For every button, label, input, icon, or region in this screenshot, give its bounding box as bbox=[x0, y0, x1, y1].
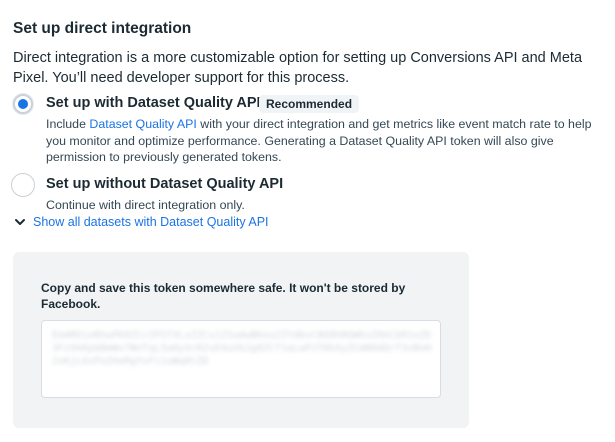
radio-with-dataset-quality-api[interactable] bbox=[13, 94, 33, 114]
option-label: Set up with Dataset Quality API bbox=[46, 95, 261, 111]
token-field[interactable]: EAAMX1oRhwPK0ZCcIPSTXLxZZCx1ZIwdwBKeu2ZY… bbox=[41, 320, 441, 398]
token-value: EAAMX1oRhwPK0ZCcIPSTXLxZZCx1ZIwdwBKeu2ZY… bbox=[52, 330, 432, 367]
option-description: Continue with direct integration only. bbox=[46, 198, 245, 212]
option-description-prefix: Include bbox=[46, 117, 90, 131]
option-label: Set up without Dataset Quality API bbox=[46, 176, 284, 192]
radio-without-dataset-quality-api[interactable] bbox=[11, 173, 35, 197]
chevron-down-icon bbox=[15, 219, 25, 225]
show-all-datasets-label: Show all datasets with Dataset Quality A… bbox=[33, 215, 269, 229]
section-description: Direct integration is a more customizabl… bbox=[13, 50, 583, 86]
show-all-datasets-toggle[interactable]: Show all datasets with Dataset Quality A… bbox=[14, 215, 269, 229]
token-panel: Copy and save this token somewhere safe.… bbox=[13, 252, 469, 428]
section-title: Set up direct integration bbox=[13, 20, 192, 37]
recommended-badge: Recommended bbox=[259, 95, 360, 113]
dataset-quality-api-link[interactable]: Dataset Quality API bbox=[89, 117, 196, 131]
token-save-notice: Copy and save this token somewhere safe.… bbox=[41, 281, 406, 311]
radio-selected-dot bbox=[18, 99, 28, 109]
option-description: Include Dataset Quality API with your di… bbox=[46, 116, 606, 166]
